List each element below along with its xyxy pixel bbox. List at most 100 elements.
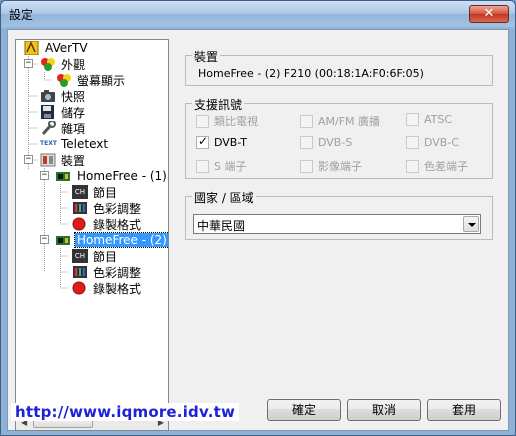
appearance-icon: [40, 57, 56, 71]
supported-signals-group: 支援訊號 類比電視 AM/FM 廣播 ATSC ✓ DVB-T DVB-S DV…: [185, 96, 493, 179]
tree-item-osd[interactable]: 螢幕顯示: [56, 72, 127, 88]
tree-label-color-2: 色彩調整: [93, 265, 142, 280]
ok-button[interactable]: 確定: [267, 399, 341, 421]
checkbox-box[interactable]: [300, 114, 313, 128]
dialog-body: − − − − AVerTV 外觀 螢幕顯示 快照 儲存 雜項 TEXT Tel…: [7, 29, 509, 431]
checkbox-dvb-s[interactable]: DVB-S: [300, 136, 352, 149]
tree-label-misc: 雜項: [61, 121, 86, 136]
region-group: 國家 / 區域 中華民國: [185, 189, 493, 240]
camera-icon: [40, 89, 56, 103]
region-group-title: 國家 / 區域: [192, 189, 256, 206]
close-button[interactable]: ✕: [469, 5, 509, 23]
checkbox-box[interactable]: [406, 136, 419, 149]
tree-item-channels-1[interactable]: CH 節目: [72, 184, 119, 200]
settings-tree[interactable]: − − − − AVerTV 外觀 螢幕顯示 快照 儲存 雜項 TEXT Tel…: [15, 39, 169, 431]
color-bars-icon: [72, 265, 88, 279]
record-icon: [72, 281, 88, 295]
checkbox-am-fm[interactable]: AM/FM 廣播: [300, 113, 380, 129]
region-select-value: 中華民國: [197, 219, 246, 233]
checkbox-analog-tv[interactable]: 類比電視: [196, 113, 258, 129]
expander-appearance[interactable]: −: [24, 59, 33, 68]
checkbox-box[interactable]: [196, 114, 209, 128]
channel-icon: CH: [72, 185, 88, 199]
tree-item-devices[interactable]: 裝置: [40, 152, 87, 168]
window-title: 設定: [9, 8, 34, 22]
checkbox-box[interactable]: [300, 136, 313, 149]
tree-label-record-2: 錄製格式: [93, 281, 142, 296]
checkbox-label: 色差端子: [424, 160, 468, 173]
avertv-logo-icon: [24, 40, 40, 56]
checkbox-label: 類比電視: [214, 115, 258, 128]
checkbox-dvb-c[interactable]: DVB-C: [406, 136, 459, 149]
device-name: HomeFree - (2) F210 (00:18:1A:F0:6F:05): [198, 67, 424, 80]
tree-label-osd: 螢幕顯示: [77, 73, 126, 88]
device-group-title: 裝置: [192, 48, 221, 65]
checkbox-label: 影像端子: [318, 160, 362, 173]
wrench-icon: [40, 120, 56, 135]
tree-label-snapshot: 快照: [61, 89, 86, 104]
tree-label-channels-2: 節目: [93, 249, 118, 264]
tree-item-appearance[interactable]: 外觀: [40, 56, 87, 72]
tree-item-misc[interactable]: 雜項: [40, 120, 87, 136]
checkbox-s-video[interactable]: S 端子: [196, 158, 246, 174]
cancel-button[interactable]: 取消: [347, 399, 421, 421]
tree-label-channels-1: 節目: [93, 185, 118, 200]
tree-label-devices: 裝置: [61, 153, 86, 168]
checkbox-composite[interactable]: 影像端子: [300, 158, 362, 174]
tree-item-record-1[interactable]: 錄製格式: [72, 216, 143, 232]
region-select[interactable]: 中華民國: [193, 214, 481, 234]
chevron-down-icon[interactable]: [463, 216, 479, 232]
tree-label-storage: 儲存: [61, 105, 86, 120]
tree-label-homefree-1: HomeFree - (1) F2: [77, 169, 168, 183]
checkbox-label: ATSC: [424, 113, 453, 126]
device-group: 裝置 HomeFree - (2) F210 (00:18:1A:F0:6F:0…: [185, 48, 493, 86]
tree-label-teletext: Teletext: [61, 137, 109, 151]
checkbox-box[interactable]: ✓: [196, 134, 209, 149]
tree-item-snapshot[interactable]: 快照: [40, 88, 87, 104]
tree-label-avertv: AVerTV: [45, 41, 88, 55]
tree-item-record-2[interactable]: 錄製格式: [72, 280, 143, 296]
tree-item-teletext[interactable]: TEXT Teletext: [40, 136, 110, 152]
teletext-icon: TEXT: [40, 140, 57, 147]
checkbox-atsc[interactable]: ATSC: [406, 113, 452, 126]
checkbox-label: DVB-C: [424, 136, 459, 149]
tree-item-color-1[interactable]: 色彩調整: [72, 200, 143, 216]
checkbox-label: S 端子: [214, 160, 247, 173]
channel-icon: CH: [72, 249, 88, 263]
tree-item-homefree-2[interactable]: HomeFree - (2) F2: [56, 232, 168, 248]
checkbox-box[interactable]: [406, 113, 419, 126]
apply-button[interactable]: 套用: [427, 399, 501, 421]
expander-homefree-2[interactable]: −: [40, 235, 49, 244]
checkbox-label: AM/FM 廣播: [318, 115, 381, 128]
checkmark-icon: ✓: [198, 134, 209, 148]
tree-item-channels-2[interactable]: CH 節目: [72, 248, 119, 264]
tuner-card-icon: [56, 233, 72, 247]
signals-group-title: 支援訊號: [192, 96, 245, 113]
expander-homefree-1[interactable]: −: [40, 171, 49, 180]
device-icon: [40, 153, 56, 167]
checkbox-component[interactable]: 色差端子: [406, 158, 468, 174]
tree-item-avertv[interactable]: AVerTV: [24, 40, 90, 56]
checkbox-box[interactable]: [300, 159, 313, 173]
tree-label-appearance: 外觀: [61, 57, 86, 72]
checkbox-box[interactable]: [196, 159, 209, 173]
tree-item-storage[interactable]: 儲存: [40, 104, 87, 120]
checkbox-dvb-t[interactable]: ✓ DVB-T: [196, 134, 248, 149]
color-bars-icon: [72, 201, 88, 215]
checkbox-label: DVB-T: [214, 136, 248, 149]
record-icon: [72, 217, 88, 231]
expander-devices[interactable]: −: [24, 155, 33, 164]
tree-label-color-1: 色彩調整: [93, 201, 142, 216]
tree-item-color-2[interactable]: 色彩調整: [72, 264, 143, 280]
settings-window: 設定 ✕ − − − − AVerTV 外觀 螢幕顯示 快照 儲存 雜項 TEX…: [0, 0, 516, 436]
tree-label-record-1: 錄製格式: [93, 217, 142, 232]
checkbox-box[interactable]: [406, 159, 419, 173]
osd-icon: [56, 73, 72, 87]
title-bar[interactable]: 設定 ✕: [1, 1, 515, 27]
watermark-url: http://www.iqmore.idv.tw: [11, 403, 240, 421]
tree-label-homefree-2: HomeFree - (2) F2: [73, 232, 168, 248]
floppy-disk-icon: [40, 105, 56, 119]
tree-item-homefree-1[interactable]: HomeFree - (1) F2: [56, 168, 168, 184]
tuner-card-icon: [56, 169, 72, 183]
checkbox-label: DVB-S: [318, 136, 353, 149]
